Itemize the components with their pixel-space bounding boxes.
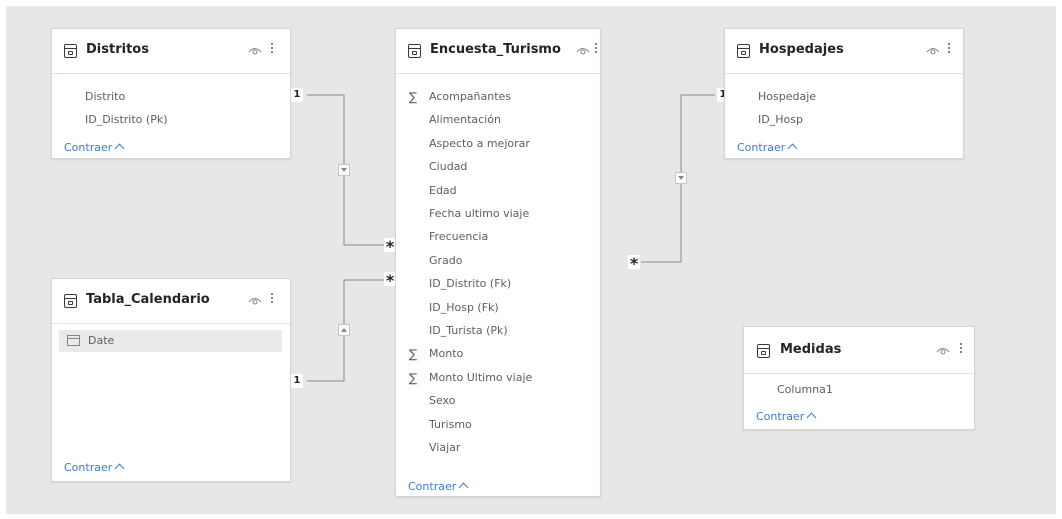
- field-name: Viajar: [429, 441, 461, 454]
- table-icon: [408, 44, 421, 58]
- table-title: Medidas: [780, 342, 842, 357]
- table-card-encuesta-turismo[interactable]: Encuesta_Turismo ∑ Acompañantes Alimentaci…: [395, 28, 601, 497]
- chevron-up-icon: [458, 482, 469, 493]
- eye-icon[interactable]: [248, 43, 262, 57]
- table-header[interactable]: Tabla_Calendario: [52, 279, 290, 324]
- field-name: Distrito: [85, 90, 126, 103]
- field-name: Edad: [429, 183, 457, 197]
- field-row[interactable]: Fecha ultimo viaje: [396, 203, 600, 225]
- field-row[interactable]: Frecuencia: [396, 226, 600, 248]
- table-card-distritos[interactable]: Distritos Distrito ID_Distrito (Pk) Cont…: [51, 28, 291, 159]
- table-header[interactable]: Medidas: [744, 327, 974, 374]
- collapse-link[interactable]: Contraer: [64, 461, 125, 474]
- chevron-up-icon: [114, 143, 125, 154]
- field-name: Sexo: [429, 394, 456, 408]
- field-name: ID_Distrito (Pk): [85, 113, 168, 126]
- field-name: Monto: [429, 347, 464, 361]
- cross-filter-direction-distritos[interactable]: [338, 164, 350, 176]
- cross-filter-direction-hospedajes[interactable]: [675, 172, 687, 184]
- field-row[interactable]: Aspecto a mejorar: [396, 133, 600, 155]
- table-header[interactable]: Hospedajes: [725, 29, 963, 74]
- field-name: Alimentación: [429, 113, 501, 127]
- field-row[interactable]: Viajar: [396, 437, 600, 459]
- field-row[interactable]: ID_Hosp: [725, 109, 963, 131]
- field-name: Acompañantes: [429, 90, 512, 103]
- sigma-icon: ∑: [409, 90, 418, 104]
- table-card-medidas[interactable]: Medidas Columna1 Contraer: [743, 326, 975, 430]
- field-row[interactable]: Columna1: [744, 379, 974, 401]
- field-name: Aspecto a mejorar: [429, 136, 530, 150]
- field-name: Grado: [429, 253, 463, 267]
- table-card-hospedajes[interactable]: Hospedajes Hospedaje ID_Hosp Contraer: [724, 28, 964, 159]
- cardinality-one-distritos: 1: [291, 88, 303, 102]
- field-row[interactable]: Turismo: [396, 414, 600, 436]
- table-header[interactable]: Distritos: [52, 29, 290, 74]
- field-name: Ciudad: [429, 160, 468, 174]
- field-name: ID_Hosp: [758, 113, 803, 126]
- field-name: Hospedaje: [758, 90, 817, 103]
- calendar-icon: [67, 335, 80, 346]
- cardinality-many-hospedajes: *: [628, 254, 640, 273]
- field-row[interactable]: Ciudad: [396, 156, 600, 178]
- more-options-icon[interactable]: [958, 341, 964, 359]
- eye-icon[interactable]: [248, 293, 262, 307]
- field-row-date[interactable]: Date: [59, 330, 282, 352]
- collapse-link[interactable]: Contraer: [64, 141, 125, 154]
- field-row[interactable]: Alimentación: [396, 109, 600, 131]
- model-canvas[interactable]: 1 * 1 * * 1 Distritos Distrito ID_Distri…: [6, 6, 1056, 514]
- field-name: Turismo: [429, 417, 472, 431]
- field-name: ID_Turista (Pk): [429, 324, 508, 337]
- field-row[interactable]: ∑ Monto Ultimo viaje: [396, 367, 600, 389]
- table-title: Distritos: [86, 42, 149, 57]
- eye-icon[interactable]: [576, 43, 590, 57]
- eye-icon[interactable]: [926, 43, 940, 57]
- collapse-link[interactable]: Contraer: [756, 410, 817, 423]
- table-icon: [737, 44, 750, 58]
- field-row[interactable]: Sexo: [396, 390, 600, 412]
- more-options-icon[interactable]: [946, 41, 952, 59]
- field-row[interactable]: ∑ Monto: [396, 343, 600, 365]
- field-name: Monto Ultimo viaje: [429, 370, 533, 384]
- table-icon: [64, 44, 77, 58]
- collapse-link[interactable]: Contraer: [737, 141, 798, 154]
- collapse-link[interactable]: Contraer: [408, 480, 469, 493]
- sigma-icon: ∑: [409, 347, 418, 362]
- table-icon: [757, 344, 770, 358]
- table-header[interactable]: Encuesta_Turismo: [396, 29, 600, 74]
- table-title: Hospedajes: [759, 42, 844, 57]
- more-options-icon[interactable]: [269, 41, 275, 59]
- table-card-tabla-calendario[interactable]: Tabla_Calendario Date Contraer: [51, 278, 291, 482]
- field-row[interactable]: ID_Distrito (Fk): [396, 273, 600, 295]
- cross-filter-direction-calendario[interactable]: [338, 324, 350, 336]
- table-title: Encuesta_Turismo: [430, 42, 561, 57]
- chevron-up-icon: [114, 463, 125, 474]
- more-options-icon[interactable]: [269, 291, 275, 309]
- chevron-up-icon: [806, 412, 817, 423]
- eye-icon[interactable]: [936, 343, 950, 357]
- cardinality-one-calendario: 1: [291, 374, 303, 388]
- field-name: Frecuencia: [429, 230, 489, 244]
- field-row[interactable]: ID_Distrito (Pk): [52, 109, 290, 131]
- field-row[interactable]: ∑ Acompañantes: [396, 86, 600, 108]
- sigma-icon: ∑: [409, 370, 418, 385]
- table-title: Tabla_Calendario: [86, 292, 210, 307]
- field-name: Columna1: [777, 383, 833, 396]
- more-options-icon[interactable]: [593, 41, 599, 59]
- field-name: Date: [88, 334, 115, 347]
- field-row[interactable]: ID_Hosp (Fk): [396, 297, 600, 319]
- field-name: Fecha ultimo viaje: [429, 207, 530, 220]
- table-icon: [64, 294, 77, 308]
- field-row[interactable]: Hospedaje: [725, 86, 963, 108]
- field-name: ID_Hosp (Fk): [429, 300, 499, 314]
- field-name: ID_Distrito (Fk): [429, 277, 512, 291]
- chevron-up-icon: [787, 143, 798, 154]
- field-row[interactable]: Distrito: [52, 86, 290, 108]
- field-row[interactable]: ID_Turista (Pk): [396, 320, 600, 342]
- field-row[interactable]: Edad: [396, 180, 600, 202]
- field-row[interactable]: Grado: [396, 250, 600, 272]
